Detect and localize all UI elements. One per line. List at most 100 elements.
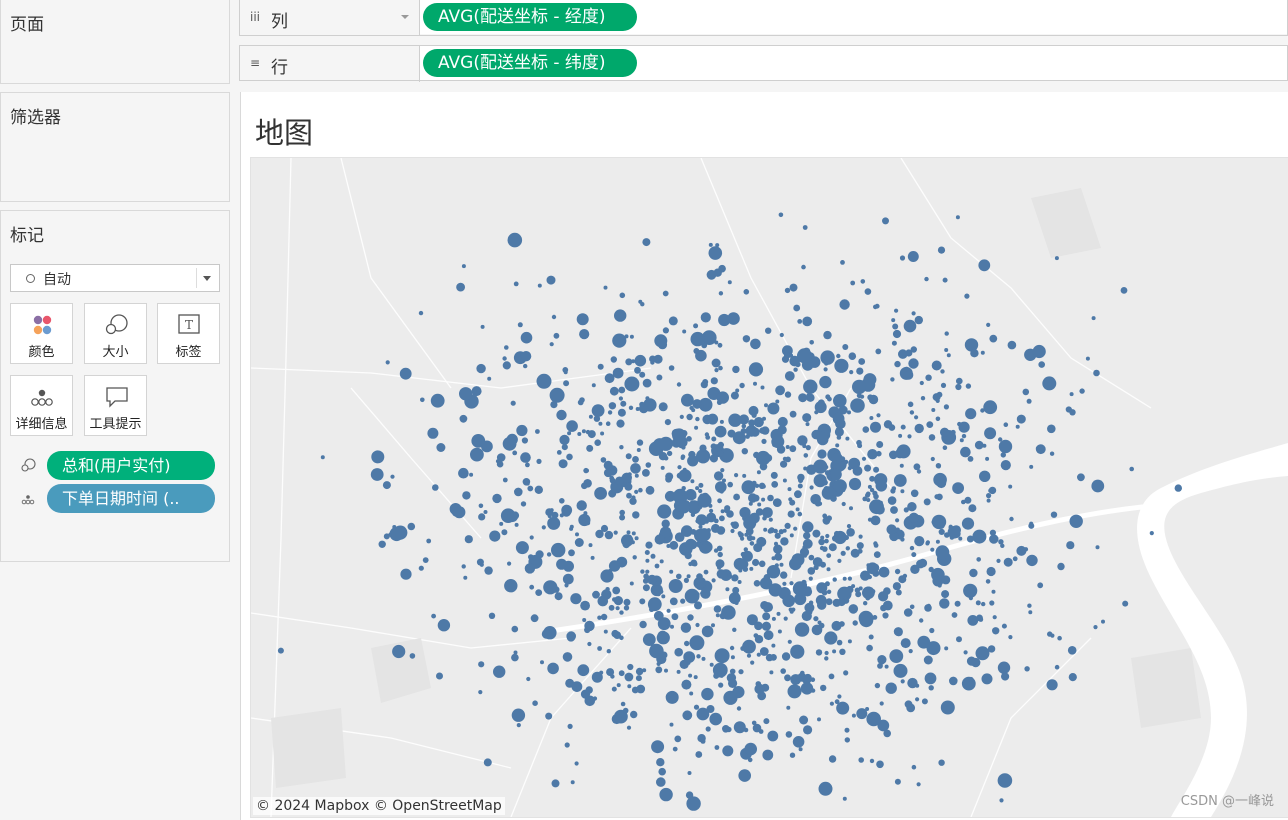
map-point[interactable]	[757, 502, 762, 507]
map-point[interactable]	[790, 674, 802, 685]
map-point[interactable]	[808, 600, 814, 605]
map-point[interactable]	[753, 543, 763, 553]
map-point[interactable]	[645, 569, 650, 574]
map-point[interactable]	[586, 444, 594, 452]
map-point[interactable]	[733, 493, 740, 501]
map-point[interactable]	[734, 473, 739, 478]
map-point[interactable]	[427, 427, 439, 439]
map-point[interactable]	[989, 600, 995, 606]
map-point[interactable]	[644, 550, 650, 555]
map-point[interactable]	[848, 477, 862, 491]
map-point[interactable]	[731, 576, 736, 582]
map-point[interactable]	[591, 383, 596, 388]
map-point[interactable]	[499, 521, 504, 526]
map-point[interactable]	[842, 796, 847, 801]
map-point[interactable]	[703, 569, 709, 575]
map-point[interactable]	[1046, 679, 1058, 691]
map-point[interactable]	[385, 360, 390, 365]
map-point[interactable]	[706, 269, 717, 280]
map-point[interactable]	[978, 617, 984, 622]
map-point[interactable]	[774, 541, 778, 546]
map-point[interactable]	[789, 752, 796, 758]
map-point[interactable]	[651, 740, 665, 754]
map-point[interactable]	[551, 511, 559, 519]
map-point[interactable]	[536, 458, 542, 464]
map-point[interactable]	[502, 477, 508, 483]
map-point[interactable]	[699, 404, 704, 409]
map-point[interactable]	[605, 421, 611, 427]
map-point[interactable]	[698, 488, 703, 494]
map-point[interactable]	[732, 365, 740, 374]
map-point[interactable]	[795, 507, 800, 512]
map-point[interactable]	[782, 594, 795, 608]
map-point[interactable]	[610, 356, 617, 363]
map-point[interactable]	[970, 349, 979, 358]
map-point[interactable]	[817, 449, 827, 459]
map-point[interactable]	[711, 623, 715, 628]
map-point[interactable]	[647, 574, 657, 585]
map-point[interactable]	[559, 498, 565, 504]
map-point[interactable]	[570, 593, 582, 605]
map-point[interactable]	[507, 561, 512, 566]
map-point[interactable]	[830, 468, 842, 481]
map-point[interactable]	[789, 283, 798, 292]
map-point[interactable]	[665, 694, 671, 699]
map-point[interactable]	[860, 279, 866, 284]
map-point[interactable]	[520, 351, 532, 362]
map-point[interactable]	[733, 557, 746, 571]
map-point[interactable]	[869, 758, 875, 764]
map-point[interactable]	[506, 433, 518, 446]
map-point[interactable]	[798, 393, 808, 403]
map-point[interactable]	[607, 410, 613, 415]
map-point[interactable]	[761, 621, 771, 631]
map-point[interactable]	[771, 481, 779, 488]
map-point[interactable]	[728, 413, 742, 427]
map-point[interactable]	[832, 412, 845, 425]
map-point[interactable]	[743, 547, 748, 552]
map-point[interactable]	[975, 600, 981, 606]
map-point[interactable]	[856, 542, 864, 550]
map-point[interactable]	[622, 707, 629, 714]
map-point[interactable]	[949, 676, 958, 686]
map-point[interactable]	[689, 691, 694, 696]
map-point[interactable]	[1037, 582, 1044, 589]
map-point[interactable]	[476, 558, 484, 566]
map-point[interactable]	[935, 398, 940, 403]
map-point[interactable]	[611, 686, 617, 692]
map-point[interactable]	[714, 425, 727, 438]
map-point[interactable]	[678, 501, 690, 514]
map-point[interactable]	[624, 334, 629, 339]
map-point[interactable]	[717, 498, 722, 504]
map-point[interactable]	[794, 490, 802, 499]
map-point[interactable]	[819, 545, 825, 551]
map-point[interactable]	[690, 493, 697, 500]
map-point[interactable]	[890, 506, 898, 514]
map-point[interactable]	[935, 545, 950, 560]
map-point[interactable]	[526, 676, 531, 682]
map-point[interactable]	[478, 661, 485, 668]
map-point[interactable]	[870, 713, 880, 723]
map-point[interactable]	[647, 597, 662, 612]
map-point[interactable]	[893, 474, 907, 487]
map-point[interactable]	[561, 444, 568, 451]
map-point[interactable]	[671, 613, 679, 621]
map-point[interactable]	[1093, 369, 1100, 377]
map-point[interactable]	[511, 653, 519, 662]
map-point[interactable]	[567, 431, 572, 436]
map-point[interactable]	[504, 579, 518, 593]
map-point[interactable]	[873, 304, 878, 310]
map-point[interactable]	[985, 579, 991, 584]
map-point[interactable]	[484, 566, 493, 575]
map-point[interactable]	[680, 531, 686, 536]
map-point[interactable]	[759, 427, 766, 434]
map-point[interactable]	[1057, 635, 1062, 641]
map-point[interactable]	[831, 620, 842, 631]
map-point[interactable]	[741, 423, 747, 429]
map-point[interactable]	[797, 511, 803, 517]
map-point[interactable]	[966, 656, 977, 666]
map-point[interactable]	[619, 445, 624, 450]
map-point[interactable]	[986, 322, 991, 327]
map-point[interactable]	[483, 758, 492, 767]
map-point[interactable]	[635, 667, 644, 676]
map-point[interactable]	[1174, 484, 1182, 492]
